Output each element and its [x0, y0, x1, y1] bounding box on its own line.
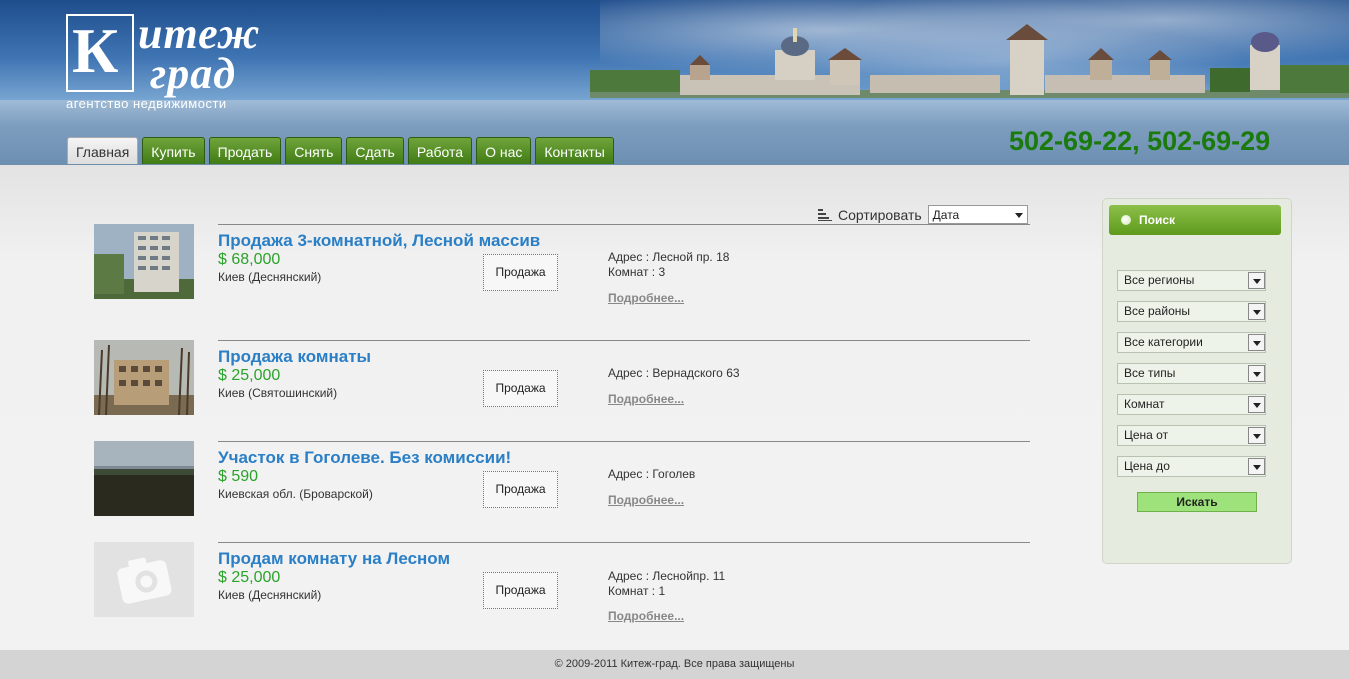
listing-address: Адрес : Вернадского 63 [608, 366, 740, 380]
listing-more-link[interactable]: Подробнее... [608, 493, 684, 507]
nav-tab-jobs[interactable]: Работа [407, 137, 473, 164]
listing-divider [218, 340, 1030, 341]
search-button[interactable]: Искать [1137, 492, 1257, 512]
chevron-down-icon [1248, 365, 1265, 382]
chevron-down-icon [1248, 334, 1265, 351]
listing-rooms: Комнат : 3 [608, 265, 666, 279]
sort-icon [818, 208, 832, 221]
monastery-skyline-image [590, 24, 1349, 98]
listing-title[interactable]: Продажа комнаты [218, 347, 371, 367]
category-select[interactable]: Все категории [1117, 332, 1266, 353]
nav-tab-contacts[interactable]: Контакты [535, 137, 614, 164]
listing-price: $ 590 [218, 468, 259, 485]
nav-tab-rent[interactable]: Снять [285, 137, 343, 164]
listing-title[interactable]: Продам комнату на Лесном [218, 549, 450, 569]
nav-tab-buy[interactable]: Купить [142, 137, 205, 164]
listing-type-button[interactable]: Продажа [483, 471, 558, 508]
listing-type-button[interactable]: Продажа [483, 254, 558, 291]
logo-letter: К [72, 15, 119, 86]
listing-more-link[interactable]: Подробнее... [608, 291, 684, 305]
listing-address: Адрес : Гоголев [608, 467, 696, 481]
no-photo-placeholder-icon[interactable] [94, 542, 194, 617]
chevron-down-icon [1248, 458, 1265, 475]
chevron-down-icon [1248, 272, 1265, 289]
listing-item: Продажа 3-комнатной, Лесной массив $ 68,… [94, 224, 1030, 314]
listing-divider [218, 542, 1030, 543]
contact-phones: 502-69-22, 502-69-29 [1009, 126, 1271, 156]
listing-more-link[interactable]: Подробнее... [608, 609, 684, 623]
listing-item: Продажа комнаты $ 25,000 Киев (Святошинс… [94, 340, 1030, 420]
listing-address: Адрес : Лесной пр. 18 [608, 250, 730, 264]
search-panel-header: Поиск [1109, 205, 1281, 235]
listing-item: Продам комнату на Лесном $ 25,000 Киев (… [94, 542, 1030, 627]
listing-photo[interactable] [94, 441, 194, 516]
district-select[interactable]: Все районы [1117, 301, 1266, 322]
listing-title[interactable]: Участок в Гоголеве. Без комиссии! [218, 448, 511, 468]
rooms-select-value: Комнат [1124, 397, 1165, 411]
listing-photo[interactable] [94, 340, 194, 415]
main-nav: Главная Купить Продать Снять Сдать Работ… [67, 137, 614, 164]
chevron-down-icon [1248, 427, 1265, 444]
site-logo[interactable]: К итеж град агентство недвижимости [66, 9, 266, 114]
listing-photo[interactable] [94, 224, 194, 299]
category-select-value: Все категории [1124, 335, 1203, 349]
district-select-value: Все районы [1124, 304, 1190, 318]
sort-label: Сортировать [838, 206, 922, 223]
listing-divider [218, 441, 1030, 442]
nav-tab-about[interactable]: О нас [476, 137, 532, 164]
sort-control: Сортировать Дата [818, 205, 1028, 224]
region-select-value: Все регионы [1124, 273, 1195, 287]
listing-divider [218, 224, 1030, 225]
nav-tab-sell[interactable]: Продать [208, 137, 282, 164]
footer-copyright: © 2009-2011 Китеж-град. Все права защище… [0, 650, 1349, 679]
bullet-icon [1121, 215, 1131, 225]
header-banner: К итеж град агентство недвижимости Главн… [0, 0, 1349, 165]
listing-item: Участок в Гоголеве. Без комиссии! $ 590 … [94, 441, 1030, 521]
listing-price: $ 25,000 [218, 569, 281, 586]
listing-more-link[interactable]: Подробнее... [608, 392, 684, 406]
listing-type-button[interactable]: Продажа [483, 572, 558, 609]
price-to-select-value: Цена до [1124, 459, 1170, 473]
chevron-down-icon [1248, 303, 1265, 320]
nav-tab-let[interactable]: Сдать [346, 137, 404, 164]
sort-select[interactable]: Дата [927, 205, 1028, 224]
listing-location: Киев (Деснянский) [218, 270, 322, 284]
price-from-select-value: Цена от [1124, 428, 1169, 442]
listing-price: $ 25,000 [218, 367, 281, 384]
listing-type-button[interactable]: Продажа [483, 370, 558, 407]
chevron-down-icon [1248, 396, 1265, 413]
chevron-down-icon [1014, 212, 1023, 218]
price-from-select[interactable]: Цена от [1117, 425, 1266, 446]
price-to-select[interactable]: Цена до [1117, 456, 1266, 477]
logo-word-2: град [150, 49, 237, 98]
rooms-select[interactable]: Комнат [1117, 394, 1266, 415]
type-select-value: Все типы [1124, 366, 1176, 380]
sort-select-value: Дата [932, 208, 960, 222]
listing-title[interactable]: Продажа 3-комнатной, Лесной массив [218, 231, 540, 251]
search-panel: Поиск Все регионы Все районы Все категор… [1102, 198, 1292, 564]
logo-subtitle: агентство недвижимости [66, 96, 227, 111]
type-select[interactable]: Все типы [1117, 363, 1266, 384]
listing-price: $ 68,000 [218, 251, 281, 268]
listing-location: Киев (Деснянский) [218, 588, 322, 602]
listing-location: Киев (Святошинский) [218, 386, 338, 400]
nav-tab-home[interactable]: Главная [67, 137, 139, 164]
region-select[interactable]: Все регионы [1117, 270, 1266, 291]
listing-rooms: Комнат : 1 [608, 584, 666, 598]
listing-address: Адрес : Леснойпр. 11 [608, 569, 726, 583]
listing-location: Киевская обл. (Броварской) [218, 487, 373, 501]
search-panel-title: Поиск [1139, 213, 1176, 227]
